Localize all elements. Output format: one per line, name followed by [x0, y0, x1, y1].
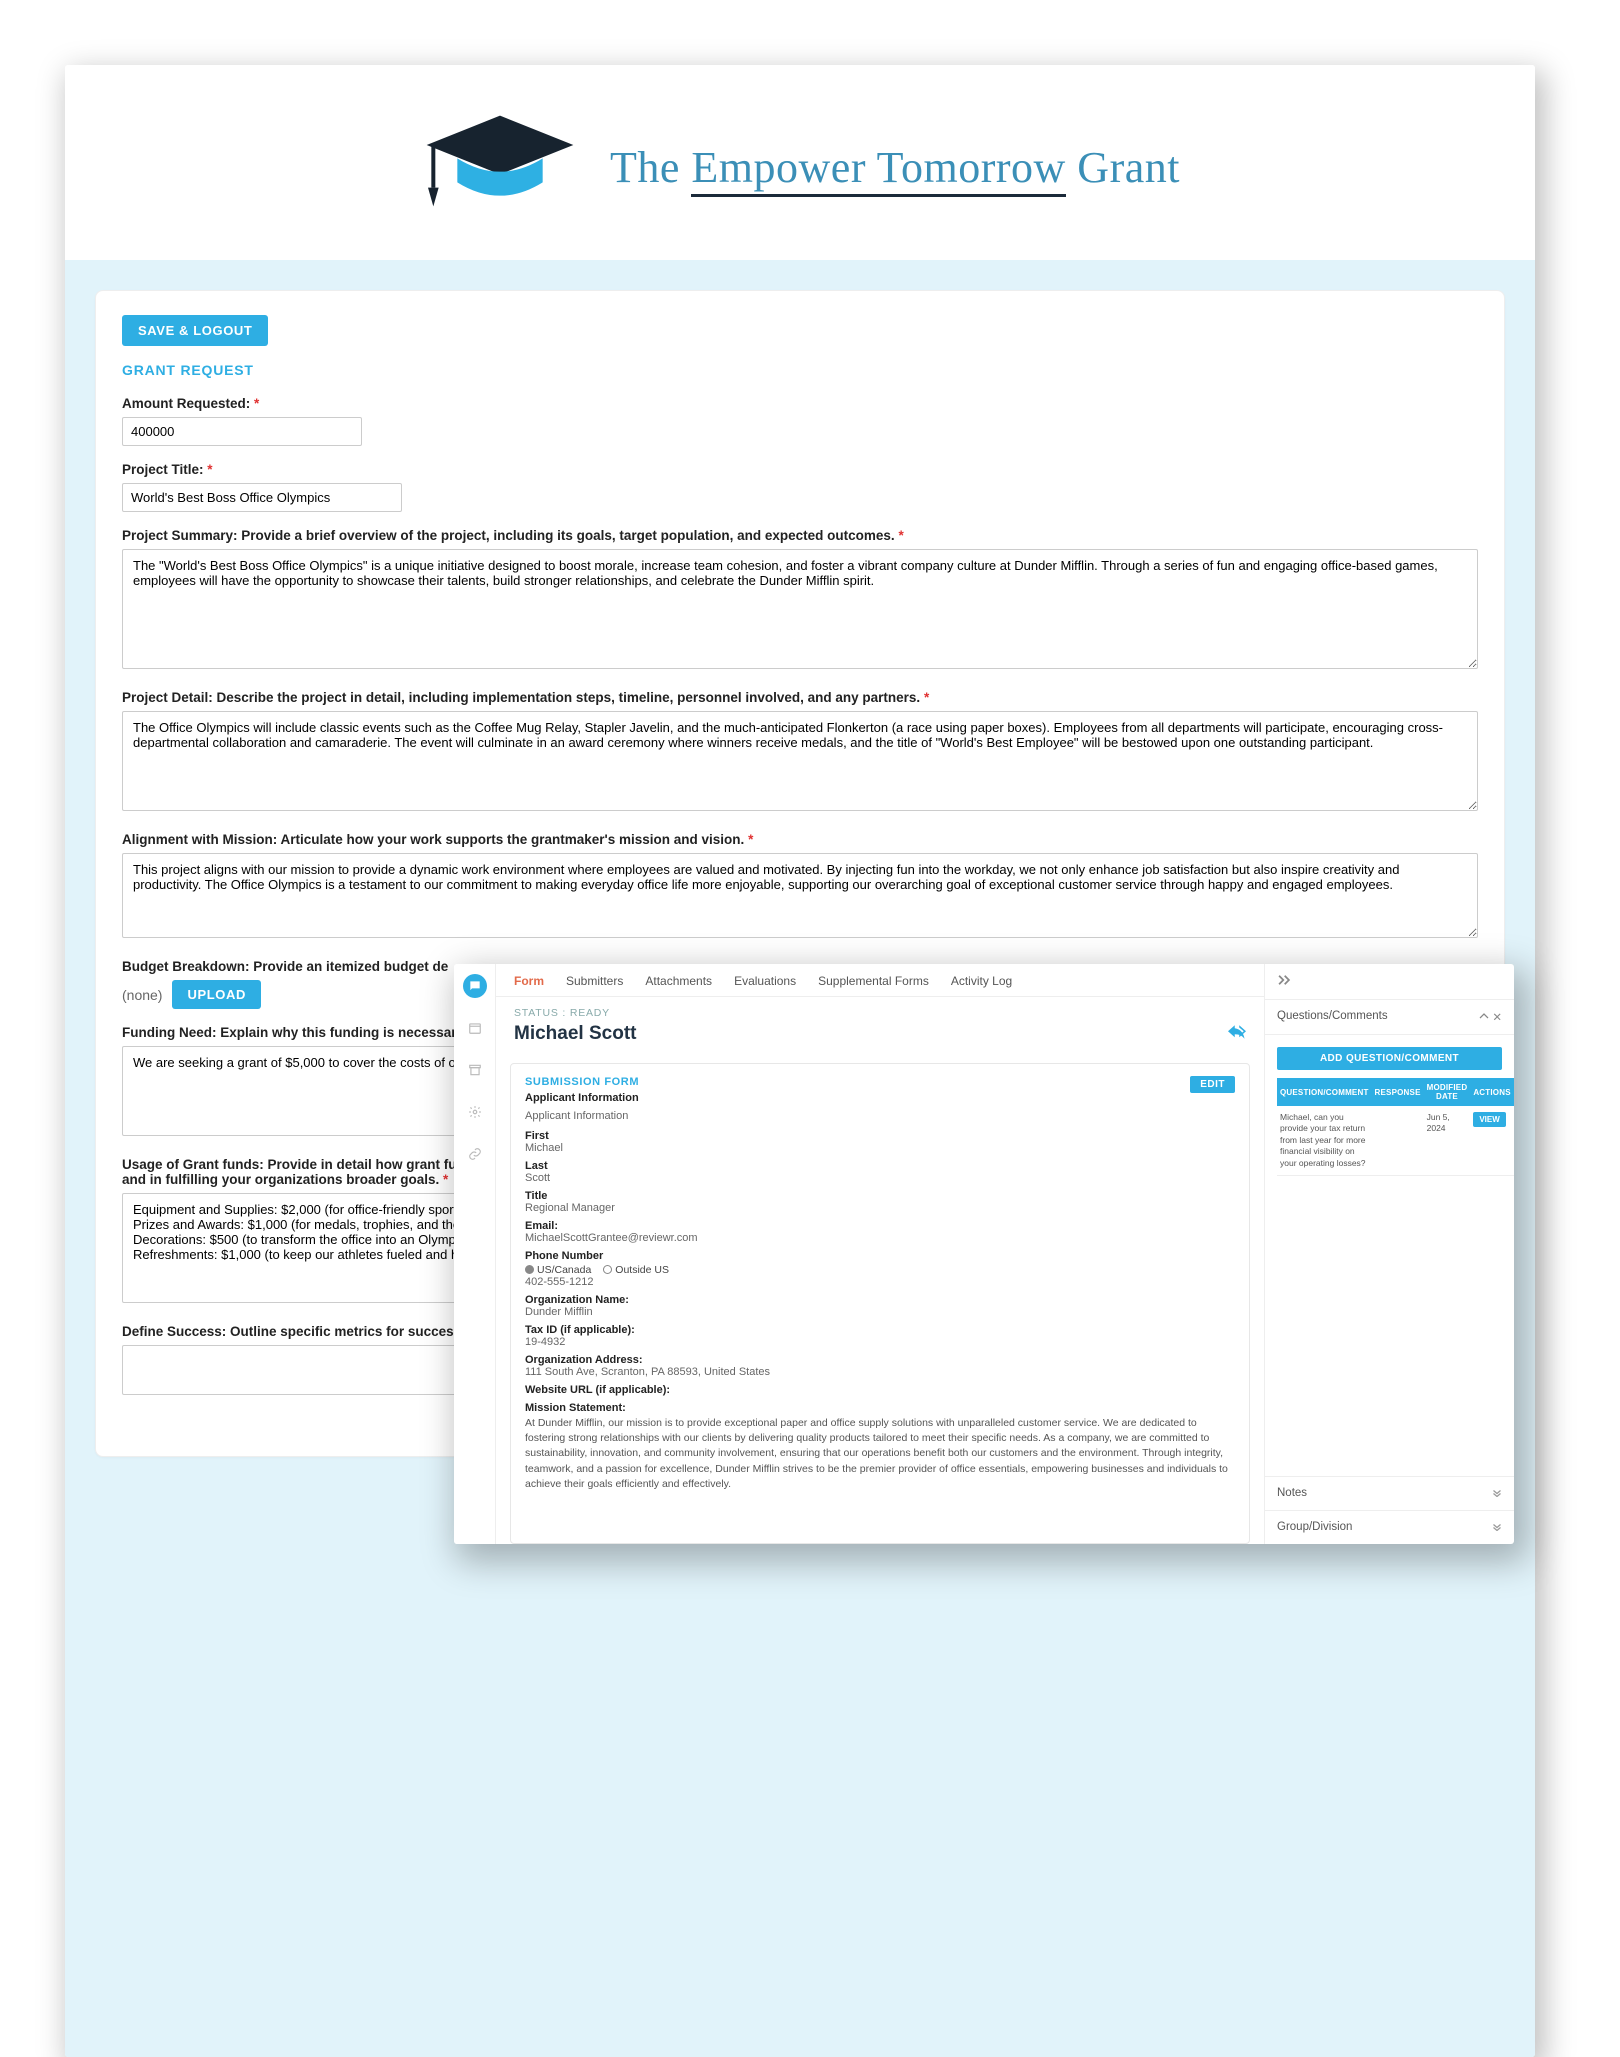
email-value: MichaelScottGrantee@reviewr.com — [525, 1232, 1235, 1244]
status-text: STATUS : READY — [496, 997, 1264, 1023]
detail-tabs: Form Submitters Attachments Evaluations … — [496, 964, 1264, 997]
group-expand-icon[interactable] — [1492, 1521, 1502, 1534]
tax-value: 19-4932 — [525, 1336, 1235, 1348]
phone-radio-us[interactable]: US/Canada — [525, 1264, 591, 1276]
tab-activity-log[interactable]: Activity Log — [951, 974, 1012, 988]
submission-form-card: SUBMISSION FORM Applicant Information ED… — [510, 1063, 1250, 1544]
left-rail — [454, 964, 496, 1544]
submission-header: SUBMISSION FORM — [525, 1076, 639, 1088]
applicant-name: Michael Scott — [514, 1023, 636, 1045]
view-button[interactable]: VIEW — [1473, 1112, 1505, 1127]
first-label: First — [525, 1130, 1235, 1142]
archive-icon[interactable] — [463, 1058, 487, 1082]
notes-expand-icon[interactable] — [1492, 1487, 1502, 1500]
org-label: Organization Name: — [525, 1294, 1235, 1306]
col-question: QUESTION/COMMENT — [1277, 1078, 1372, 1106]
project-title-input[interactable] — [122, 483, 402, 512]
add-question-button[interactable]: ADD QUESTION/COMMENT — [1277, 1047, 1502, 1070]
questions-collapse-icon[interactable]: ✕ — [1479, 1010, 1502, 1024]
group-title: Group/Division — [1277, 1521, 1352, 1534]
mission-textarea[interactable] — [122, 853, 1478, 938]
brand-title: The Empower Tomorrow Grant — [610, 142, 1180, 193]
tab-evaluations[interactable]: Evaluations — [734, 974, 796, 988]
chat-icon[interactable] — [463, 974, 487, 998]
question-text: Michael, can you provide your tax return… — [1277, 1106, 1372, 1176]
questions-table: QUESTION/COMMENT RESPONSE MODIFIED DATE … — [1277, 1078, 1514, 1176]
project-title-label: Project Title: * — [122, 462, 1478, 477]
summary-label: Project Summary: Provide a brief overvie… — [122, 528, 1478, 543]
title-label: Title — [525, 1190, 1235, 1202]
mission-stmt-label: Mission Statement: — [525, 1402, 1235, 1414]
col-actions: ACTIONS — [1470, 1078, 1513, 1106]
last-value: Scott — [525, 1172, 1235, 1184]
budget-none-text: (none) — [122, 987, 162, 1003]
right-panel: Questions/Comments ✕ ADD QUESTION/COMMEN… — [1264, 964, 1514, 1544]
graduation-cap-logo-icon — [420, 105, 580, 230]
questions-title: Questions/Comments — [1277, 1010, 1388, 1024]
tab-submitters[interactable]: Submitters — [566, 974, 623, 988]
edit-button[interactable]: EDIT — [1190, 1076, 1235, 1093]
amount-input[interactable] — [122, 417, 362, 446]
submission-detail-window: Form Submitters Attachments Evaluations … — [454, 964, 1514, 1544]
title-value: Regional Manager — [525, 1202, 1235, 1214]
addr-label: Organization Address: — [525, 1354, 1235, 1366]
detail-textarea[interactable] — [122, 711, 1478, 811]
tab-attachments[interactable]: Attachments — [645, 974, 712, 988]
phone-value: 402-555-1212 — [525, 1276, 1235, 1288]
mission-label: Alignment with Mission: Articulate how y… — [122, 832, 1478, 847]
addr-value: 111 South Ave, Scranton, PA 88593, Unite… — [525, 1366, 1235, 1378]
phone-label: Phone Number — [525, 1250, 1235, 1262]
amount-label: Amount Requested: * — [122, 396, 1478, 411]
table-row: Michael, can you provide your tax return… — [1277, 1106, 1514, 1176]
phone-radio-outside[interactable]: Outside US — [603, 1264, 669, 1276]
last-label: Last — [525, 1160, 1235, 1172]
first-value: Michael — [525, 1142, 1235, 1154]
notes-title: Notes — [1277, 1487, 1307, 1500]
org-value: Dunder Mifflin — [525, 1306, 1235, 1318]
email-label: Email: — [525, 1220, 1235, 1232]
tab-supplemental[interactable]: Supplemental Forms — [818, 974, 929, 988]
col-date: MODIFIED DATE — [1424, 1078, 1471, 1106]
tab-form[interactable]: Form — [514, 974, 544, 988]
link-icon[interactable] — [463, 1142, 487, 1166]
collapse-icon[interactable] — [1265, 964, 1514, 1000]
summary-textarea[interactable] — [122, 549, 1478, 669]
gear-icon[interactable] — [463, 1100, 487, 1124]
applicant-info-subheading: Applicant Information — [525, 1110, 1235, 1122]
detail-label: Project Detail: Describe the project in … — [122, 690, 1478, 705]
section-title: GRANT REQUEST — [122, 362, 1478, 378]
tax-label: Tax ID (if applicable): — [525, 1324, 1235, 1336]
applicant-info-heading: Applicant Information — [525, 1092, 639, 1104]
mission-stmt-value: At Dunder Mifflin, our mission is to pro… — [525, 1416, 1235, 1492]
calendar-icon[interactable] — [463, 1016, 487, 1040]
col-response: RESPONSE — [1372, 1078, 1424, 1106]
reply-icon[interactable] — [1228, 1025, 1246, 1044]
url-label: Website URL (if applicable): — [525, 1384, 1235, 1396]
brand-header: The Empower Tomorrow Grant — [65, 65, 1535, 260]
question-date: Jun 5, 2024 — [1424, 1106, 1471, 1176]
upload-button[interactable]: UPLOAD — [172, 980, 261, 1009]
save-logout-button[interactable]: SAVE & LOGOUT — [122, 315, 268, 346]
